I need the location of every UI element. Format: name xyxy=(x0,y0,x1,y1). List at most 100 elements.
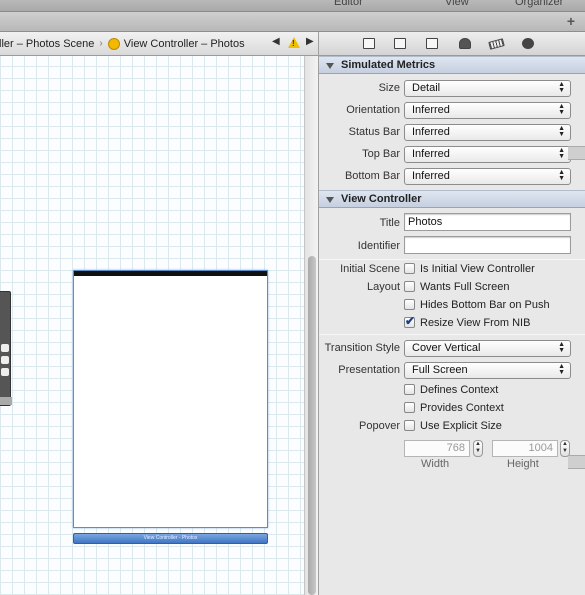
breadcrumb-separator: › xyxy=(99,38,103,49)
add-tab-button[interactable]: + xyxy=(567,13,575,29)
window-edge xyxy=(568,455,585,469)
editor-toolbar-label[interactable]: Editor xyxy=(334,0,363,8)
height-caption: Height xyxy=(507,458,539,470)
organizer-toolbar-label[interactable]: Organizer xyxy=(515,0,563,8)
defines-context-label: Defines Context xyxy=(420,384,499,396)
orientation-popup[interactable]: Inferred ▲ ▼ xyxy=(404,102,571,119)
thumbnail-cell xyxy=(1,344,9,352)
checkbox-box xyxy=(404,402,415,413)
explicit-size-label: Use Explicit Size xyxy=(420,420,502,432)
inspector-selector-bar xyxy=(318,32,585,56)
bottom-bar-popup[interactable]: Inferred ▲ ▼ xyxy=(404,168,571,185)
attributes-inspector: Simulated Metrics Size Detail ▲ ▼ Orientat… xyxy=(318,56,585,595)
hides-bottom-bar-checkbox[interactable]: Hides Bottom Bar on Push xyxy=(404,298,550,312)
identifier-field[interactable] xyxy=(404,236,571,254)
section-divider xyxy=(319,259,585,260)
xcode-storyboard-window: Editor View Organizer + ller – Photos Sc… xyxy=(0,0,585,595)
view-controller-scene[interactable] xyxy=(73,270,268,528)
simulated-metrics-header[interactable]: Simulated Metrics xyxy=(319,56,585,74)
title-label: Title xyxy=(379,217,400,229)
tab-strip: + xyxy=(0,12,585,32)
layout-label: Layout xyxy=(366,281,400,293)
window-edge xyxy=(568,146,585,160)
identifier-label: Identifier xyxy=(357,240,400,252)
window-toolbar: Editor View Organizer xyxy=(0,0,585,12)
warning-icon[interactable] xyxy=(288,37,300,48)
bottom-bar-value: Inferred xyxy=(412,170,450,182)
section-divider xyxy=(319,334,585,335)
breadcrumb-view-controller[interactable]: View Controller – Photos xyxy=(124,38,245,50)
presentation-label: Presentation xyxy=(338,364,400,376)
defines-context-checkbox[interactable]: Defines Context xyxy=(404,383,498,397)
checkbox-box xyxy=(404,420,415,431)
transition-style-value: Cover Vertical xyxy=(412,342,481,354)
title-field[interactable]: Photos xyxy=(404,213,571,231)
resize-view-label: Resize View From NIB xyxy=(420,317,531,329)
top-bar-popup[interactable]: Inferred ▲ ▼ xyxy=(404,146,571,163)
transition-style-label: Transition Style xyxy=(324,342,400,354)
scene-dock[interactable]: View Controller - Photos xyxy=(73,533,268,544)
status-bar-popup[interactable]: Inferred ▲ ▼ xyxy=(404,124,571,141)
popover-height-field[interactable]: 1004 xyxy=(492,440,558,457)
file-inspector-icon[interactable] xyxy=(363,38,375,49)
size-inspector-icon[interactable] xyxy=(488,38,505,50)
checkbox-box xyxy=(404,281,415,292)
width-stepper[interactable]: ▲ ▼ xyxy=(473,440,483,457)
popup-arrows-icon: ▲ ▼ xyxy=(558,341,565,354)
transition-style-popup[interactable]: Cover Vertical ▲ ▼ xyxy=(404,340,571,357)
status-bar-label: Status Bar xyxy=(348,126,400,138)
thumbnail-cell xyxy=(1,356,9,364)
adjacent-scene-thumbnail[interactable] xyxy=(0,291,12,406)
checkbox-box xyxy=(404,263,415,274)
size-label: Size xyxy=(378,82,400,94)
presentation-popup[interactable]: Full Screen ▲ ▼ xyxy=(404,362,571,379)
checkbox-box xyxy=(404,314,415,328)
thumbnail-toolbar xyxy=(0,397,12,405)
popup-arrows-icon: ▲ ▼ xyxy=(558,169,565,182)
size-value: Detail xyxy=(412,82,441,94)
popup-arrows-icon: ▲ ▼ xyxy=(558,147,565,160)
popup-arrows-icon: ▲ ▼ xyxy=(558,103,565,116)
popover-label: Popover xyxy=(359,420,400,432)
attributes-inspector-icon[interactable] xyxy=(459,38,471,49)
checkbox-box xyxy=(404,384,415,395)
orientation-label: Orientation xyxy=(346,104,400,116)
previous-issue-icon[interactable]: ◀ xyxy=(272,36,280,47)
wants-full-screen-checkbox[interactable]: Wants Full Screen xyxy=(404,280,509,294)
checkbox-box xyxy=(404,299,415,310)
wants-full-screen-label: Wants Full Screen xyxy=(420,281,510,293)
popup-arrows-icon: ▲ ▼ xyxy=(558,81,565,94)
is-initial-checkbox[interactable]: Is Initial View Controller xyxy=(404,262,535,276)
breadcrumb-scene[interactable]: ller – Photos Scene xyxy=(0,38,94,50)
bottom-bar-label: Bottom Bar xyxy=(344,170,400,182)
thumbnail-cell xyxy=(1,368,9,376)
presentation-value: Full Screen xyxy=(412,364,468,376)
hides-bottom-bar-label: Hides Bottom Bar on Push xyxy=(420,299,550,311)
popup-arrows-icon: ▲ ▼ xyxy=(558,125,565,138)
canvas-vertical-scrollbar[interactable] xyxy=(304,56,318,595)
quick-help-icon[interactable] xyxy=(394,38,406,49)
top-bar-value: Inferred xyxy=(412,148,450,160)
top-bar-label: Top Bar xyxy=(362,148,400,160)
popover-width-field[interactable]: 768 xyxy=(404,440,470,457)
view-toolbar-label[interactable]: View xyxy=(445,0,469,8)
connections-inspector-icon[interactable] xyxy=(522,38,534,49)
view-controller-icon xyxy=(107,37,120,50)
initial-scene-label: Initial Scene xyxy=(340,263,400,275)
scrollbar-thumb[interactable] xyxy=(308,256,316,595)
next-issue-icon[interactable]: ▶ xyxy=(306,36,314,47)
explicit-size-checkbox[interactable]: Use Explicit Size xyxy=(404,419,502,433)
view-controller-header[interactable]: View Controller xyxy=(319,190,585,208)
simulated-status-bar xyxy=(74,271,267,276)
size-popup[interactable]: Detail ▲ ▼ xyxy=(404,80,571,97)
resize-view-checkbox[interactable]: Resize View From NIB xyxy=(404,314,531,330)
orientation-value: Inferred xyxy=(412,104,450,116)
jump-bar: ller – Photos Scene › View Controller – … xyxy=(0,32,318,56)
provides-context-checkbox[interactable]: Provides Context xyxy=(404,401,504,415)
popup-arrows-icon: ▲ ▼ xyxy=(558,363,565,376)
width-caption: Width xyxy=(421,458,450,470)
provides-context-label: Provides Context xyxy=(420,402,504,414)
is-initial-label: Is Initial View Controller xyxy=(420,263,535,275)
status-bar-value: Inferred xyxy=(412,126,450,138)
identity-inspector-icon[interactable] xyxy=(426,38,438,49)
